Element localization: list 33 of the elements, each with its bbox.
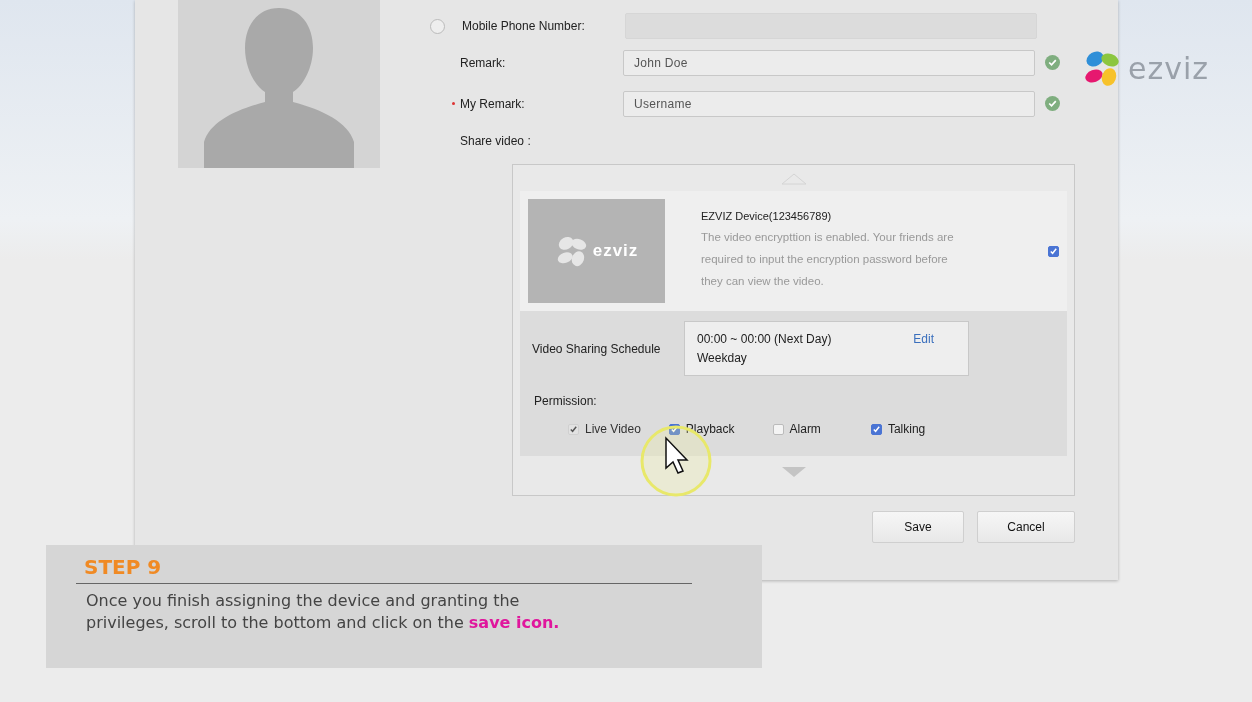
schedule-time: 00:00 ~ 00:00 (Next Day) (697, 332, 833, 347)
logo-text: ezviz (1128, 50, 1210, 86)
field-label: Mobile Phone Number: (462, 19, 586, 33)
scroll-down-icon[interactable] (780, 466, 807, 478)
step-title: STEP 9 (76, 555, 692, 584)
permission-checkbox[interactable] (772, 423, 784, 435)
permission-checkbox[interactable] (870, 423, 882, 435)
share-video-label: Share video : (460, 134, 532, 148)
field-label: My Remark: (460, 96, 526, 111)
device-description: The video encrypttion is enabled. Your friends are required to input the encryption password before they can view the video. (701, 230, 955, 289)
schedule-label: Video Sharing Schedule (532, 341, 662, 356)
edit-link[interactable]: Edit (913, 332, 934, 347)
person-silhouette-icon (204, 8, 354, 168)
checkmark-icon (1049, 246, 1058, 256)
flower-logo-icon (1082, 48, 1122, 88)
field-label: Remark: (460, 55, 507, 70)
save-button[interactable]: Save (872, 511, 964, 543)
permission-label-text: Live Video (585, 422, 641, 436)
permission-label: Permission: (534, 394, 598, 408)
thumbnail-logo-text: ezviz (592, 241, 639, 261)
schedule-days: Weekday (697, 350, 914, 365)
cancel-button[interactable]: Cancel (977, 511, 1075, 543)
device-name: EZVIZ Device(123456789) (701, 210, 833, 222)
device-checkbox[interactable] (1048, 245, 1059, 257)
input-field[interactable]: John Doe (623, 49, 1035, 76)
permission-label-text: Playback (685, 422, 735, 436)
permission-label-text: Alarm (789, 422, 821, 436)
checkmark-icon (871, 424, 881, 434)
caption-text: Once you finish assigning the device and granting the privileges, scroll to the bottom and click on the save icon. (86, 590, 561, 634)
permission-checkbox[interactable] (668, 423, 680, 435)
checkmark-icon (569, 424, 578, 434)
permission-label-text: Talking (887, 422, 926, 436)
input-field[interactable]: Username (623, 90, 1035, 117)
